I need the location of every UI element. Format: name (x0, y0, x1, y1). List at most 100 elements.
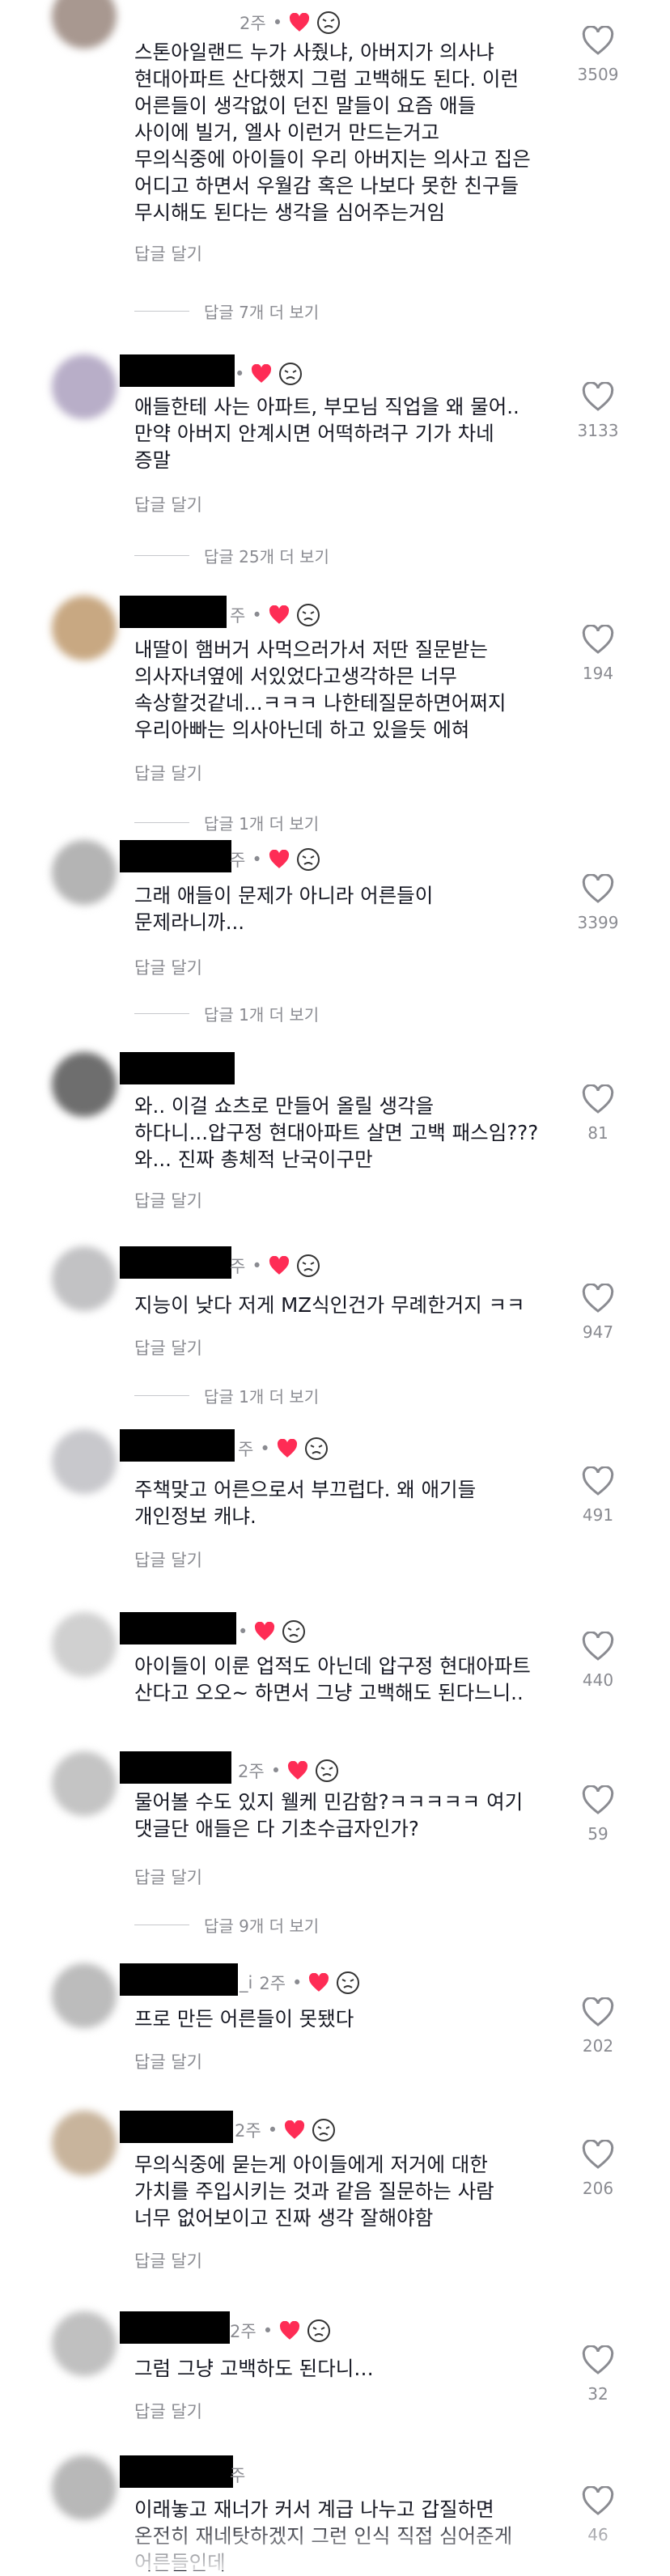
reply-button[interactable]: 답글 달기 (134, 2049, 202, 2073)
view-more-replies[interactable]: 답글 1개 더 보기 (134, 811, 319, 834)
comment-meta: _i 2주 • (240, 1965, 360, 2001)
comment-meta: 2주 • (235, 2112, 336, 2148)
comment-text: 애들한테 사는 아파트, 부모님 직업을 왜 물어.. 만약 아버지 안계시면 … (134, 395, 519, 472)
heart-outline-icon (582, 1997, 614, 2026)
crying-face-icon (304, 1437, 328, 1460)
reply-button[interactable]: 답글 달기 (134, 2399, 202, 2423)
author-name-redacted[interactable] (120, 2455, 233, 2488)
reply-button[interactable]: 답글 달기 (134, 1188, 202, 1212)
comment-meta: 주 • (238, 1431, 329, 1466)
heart-icon (252, 364, 272, 383)
author-name-redacted[interactable] (120, 1246, 231, 1279)
author-name-redacted[interactable] (120, 1429, 235, 1462)
crying-face-icon (337, 1971, 360, 1994)
comment-time: 2주 (230, 2322, 257, 2341)
heart-icon (309, 1973, 329, 1992)
avatar[interactable] (52, 354, 117, 419)
like-button[interactable]: 59 (566, 1785, 630, 1844)
crying-face-icon (296, 604, 320, 626)
like-button[interactable]: 440 (566, 1632, 630, 1690)
reply-button[interactable]: 답글 달기 (134, 1865, 202, 1889)
comment-meta: • (235, 356, 303, 392)
crying-face-icon (296, 1254, 320, 1277)
view-more-replies[interactable]: 답글 1개 더 보기 (134, 1384, 319, 1407)
avatar[interactable] (52, 2311, 117, 2376)
view-more-replies[interactable]: 답글 7개 더 보기 (134, 299, 319, 323)
reply-button[interactable]: 답글 달기 (134, 1335, 202, 1360)
heart-outline-icon (582, 1466, 614, 1496)
crying-face-icon (312, 2119, 336, 2141)
like-count: 81 (587, 1123, 609, 1143)
view-more-replies[interactable]: 답글 1개 더 보기 (134, 1002, 319, 1025)
like-button[interactable]: 81 (566, 1084, 630, 1143)
heart-outline-icon (582, 26, 614, 55)
author-name-redacted[interactable] (120, 1052, 235, 1084)
avatar[interactable] (52, 2455, 117, 2520)
like-button[interactable]: 3399 (566, 874, 630, 932)
heart-icon (280, 2321, 300, 2340)
crying-face-icon (296, 848, 320, 871)
heart-icon (285, 2120, 305, 2139)
like-count: 194 (582, 664, 614, 683)
like-count: 491 (582, 1505, 614, 1525)
comment-text: 그럼 그냥 고백하도 된다니… (134, 2357, 374, 2380)
heart-outline-icon (582, 1785, 614, 1814)
like-button[interactable]: 3133 (566, 382, 630, 440)
avatar[interactable] (52, 2111, 117, 2175)
avatar[interactable] (52, 1751, 117, 1816)
avatar[interactable] (52, 1963, 117, 2028)
author-name-redacted[interactable] (120, 840, 231, 872)
like-count: 32 (587, 2384, 609, 2404)
heart-icon (269, 1256, 289, 1275)
like-button[interactable]: 947 (566, 1284, 630, 1342)
avatar[interactable] (52, 1429, 117, 1494)
bottom-fade (0, 2517, 670, 2570)
comment-meta: 주 • (230, 1248, 320, 1284)
avatar[interactable] (52, 0, 117, 49)
comment-text: 그래 애들이 문제가 아니라 어른들이 문제라니까... (134, 884, 434, 934)
comment-time: 주 (230, 606, 246, 626)
reply-button[interactable]: 답글 달기 (134, 955, 202, 979)
reply-button[interactable]: 답글 달기 (134, 761, 202, 785)
author-name-redacted[interactable] (120, 1963, 238, 1996)
heart-outline-icon (582, 625, 614, 654)
view-more-replies[interactable]: 답글 25개 더 보기 (134, 544, 329, 567)
like-button[interactable]: 491 (566, 1466, 630, 1525)
comment-time: 주 (230, 2466, 246, 2485)
heart-icon (269, 850, 289, 868)
author-name-redacted[interactable] (120, 1612, 236, 1644)
like-button[interactable]: 202 (566, 1997, 630, 2056)
like-button[interactable]: 206 (566, 2140, 630, 2198)
like-button[interactable]: 32 (566, 2345, 630, 2404)
heart-outline-icon (582, 2140, 614, 2169)
avatar[interactable] (52, 1246, 117, 1311)
avatar[interactable] (52, 1052, 117, 1117)
comment-time: 2주 (259, 1974, 286, 1993)
avatar[interactable] (52, 1612, 117, 1677)
view-more-replies[interactable]: 답글 9개 더 보기 (134, 1913, 319, 1937)
crying-face-icon (279, 363, 303, 385)
comment-text: 무의식중에 묻는게 아이들에게 저거에 대한 가치를 주입시키는 것과 같음 질… (134, 2153, 494, 2230)
avatar[interactable] (52, 596, 117, 660)
comment-meta: 주 (230, 2457, 245, 2493)
reply-button[interactable]: 답글 달기 (134, 1547, 202, 1572)
like-count: 202 (582, 2036, 614, 2056)
author-name-redacted[interactable] (120, 2111, 233, 2143)
like-count: 206 (582, 2179, 614, 2198)
comment-time: 2주 (235, 2121, 261, 2141)
like-count: 59 (587, 1824, 609, 1844)
reply-button[interactable]: 답글 달기 (134, 241, 202, 265)
like-button[interactable]: 3509 (566, 26, 630, 84)
reply-button[interactable]: 답글 달기 (134, 492, 202, 516)
comment-meta: • (238, 1614, 306, 1649)
author-name-redacted[interactable] (120, 2311, 230, 2344)
author-name-redacted[interactable] (120, 596, 227, 628)
reply-button[interactable]: 답글 달기 (134, 2248, 202, 2273)
comment-text: 주책맞고 어른으로서 부끄럽다. 왜 애기들 개인정보 캐냐. (134, 1478, 477, 1528)
heart-outline-icon (582, 1284, 614, 1313)
avatar[interactable] (52, 840, 117, 905)
like-button[interactable]: 194 (566, 625, 630, 683)
like-count: 3133 (577, 421, 619, 440)
author-name-redacted[interactable] (120, 354, 235, 387)
author-name-redacted[interactable] (120, 1751, 231, 1784)
